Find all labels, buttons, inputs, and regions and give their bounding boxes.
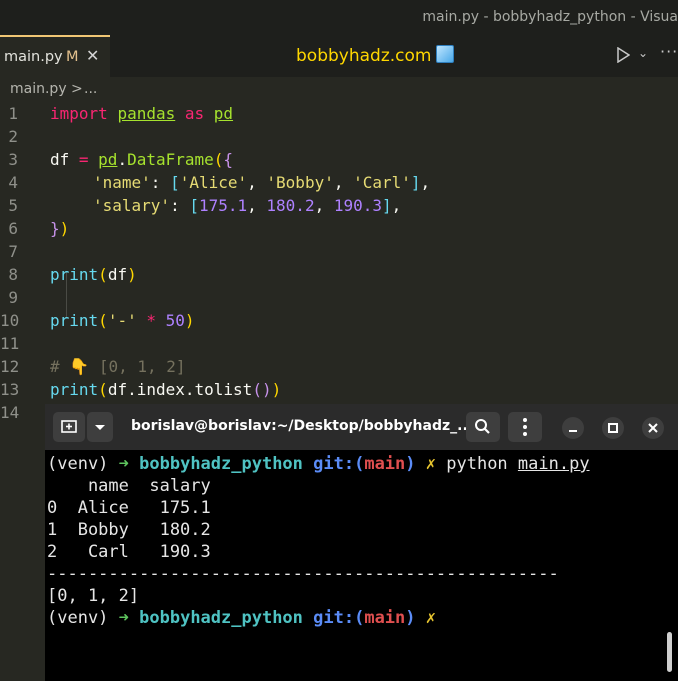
breadcrumb-separator: >: [71, 81, 83, 97]
tab-main-py[interactable]: main.py M ✕: [0, 35, 110, 77]
window-titlebar: main.py - bobbyhadz_python - Visua: [0, 0, 678, 35]
close-button[interactable]: [642, 417, 664, 439]
line-number: 5: [8, 196, 18, 215]
output-line: 1 Bobby 180.2: [47, 520, 211, 540]
search-button[interactable]: [466, 412, 500, 442]
minimize-button[interactable]: [562, 417, 584, 439]
breadcrumb: main.py > ...: [0, 77, 678, 103]
code-line-11: 11: [0, 334, 678, 357]
terminal-window[interactable]: borislav@borislav:~/Desktop/bobbyhadz_..…: [45, 404, 678, 681]
code-line-7: 7: [0, 242, 678, 265]
breadcrumb-more[interactable]: ...: [84, 81, 97, 97]
terminal-header: borislav@borislav:~/Desktop/bobbyhadz_..…: [45, 404, 678, 450]
code-text: import pandas as pd: [50, 104, 234, 123]
code-text: df = pd.DataFrame({: [50, 150, 234, 169]
tab-menu-button[interactable]: [87, 412, 113, 442]
code-line-2: 2: [0, 127, 678, 150]
output-line: 0 Alice 175.1: [47, 498, 211, 518]
code-line-5: 5 'salary': [175.1, 180.2, 190.3],: [0, 196, 678, 219]
code-text: print('-' * 50): [50, 311, 195, 330]
code-text: 'name': ['Alice', 'Bobby', 'Carl'],: [93, 173, 431, 192]
line-number: 8: [8, 265, 18, 284]
line-number: 13: [0, 380, 20, 399]
code-text: 'salary': [175.1, 180.2, 190.3],: [93, 196, 402, 215]
line-number: 10: [0, 311, 20, 330]
chevron-down-icon: [95, 425, 105, 430]
search-icon: [475, 419, 490, 434]
output-line: [0, 1, 2]: [47, 586, 140, 606]
center-title: bobbyhadz.com: [296, 45, 455, 66]
line-number: 1: [8, 104, 18, 123]
close-icon: [648, 423, 658, 433]
maximize-button[interactable]: [602, 417, 624, 439]
line-number: 14: [0, 403, 20, 422]
line-number: 7: [8, 242, 18, 261]
output-line: 2 Carl 190.3: [47, 542, 211, 562]
code-line-3: 3 df = pd.DataFrame({: [0, 150, 678, 173]
close-icon[interactable]: ✕: [86, 46, 99, 65]
prompt-line: (venv) ➜ bobbyhadz_python git:(main) ✗: [47, 608, 437, 628]
window-title: main.py - bobbyhadz_python - Visua: [422, 9, 678, 25]
menu-button[interactable]: [508, 412, 542, 442]
ice-cube-icon: [436, 45, 455, 63]
code-line-9: 9: [0, 288, 678, 311]
more-actions-icon[interactable]: ···: [660, 42, 678, 61]
code-text: print(df.index.tolist()): [50, 380, 282, 399]
minimize-icon: [569, 430, 577, 432]
line-number: 2: [8, 127, 18, 146]
code-line-10: 10 print('-' * 50): [0, 311, 678, 334]
chevron-down-icon[interactable]: ⌄: [638, 46, 648, 60]
line-number: 9: [8, 288, 18, 307]
prompt-line: (venv) ➜ bobbyhadz_python git:(main) ✗ p…: [47, 454, 590, 474]
line-number: 11: [0, 334, 20, 353]
terminal-scrollbar[interactable]: [667, 632, 672, 672]
output-line: name salary: [47, 476, 211, 496]
modified-indicator: M: [66, 49, 79, 65]
line-number: 12: [0, 357, 20, 376]
code-line-12: 12 # 👇 [0, 1, 2]: [0, 357, 678, 380]
code-comment: # 👇 [0, 1, 2]: [50, 357, 186, 376]
line-number: 3: [8, 150, 18, 169]
new-tab-icon: [61, 420, 77, 433]
run-icon[interactable]: [616, 47, 630, 63]
code-line-4: 4 'name': ['Alice', 'Bobby', 'Carl'],: [0, 173, 678, 196]
code-line-13: 13 print(df.index.tolist()): [0, 380, 678, 403]
new-tab-button[interactable]: [53, 412, 85, 442]
maximize-icon: [608, 423, 618, 433]
code-line-6: 6 }): [0, 219, 678, 242]
center-title-text: bobbyhadz.com: [296, 46, 432, 66]
editor-tab-bar: main.py M ✕ bobbyhadz.com: [0, 35, 678, 77]
breadcrumb-file[interactable]: main.py: [10, 81, 67, 97]
line-number: 6: [8, 219, 18, 238]
code-text: }): [50, 219, 70, 238]
kebab-menu-icon: [523, 418, 527, 436]
code-line-1: 1 import pandas as pd: [0, 104, 678, 127]
tab-label: main.py: [4, 49, 63, 65]
code-text: print(df): [50, 265, 137, 284]
code-line-8: 8 print(df): [0, 265, 678, 288]
code-editor[interactable]: 1 import pandas as pd 2 3 df = pd.DataFr…: [0, 102, 678, 422]
output-line: ----------------------------------------…: [47, 564, 559, 584]
line-number: 4: [8, 173, 18, 192]
terminal-title: borislav@borislav:~/Desktop/bobbyhadz_..…: [131, 418, 474, 434]
